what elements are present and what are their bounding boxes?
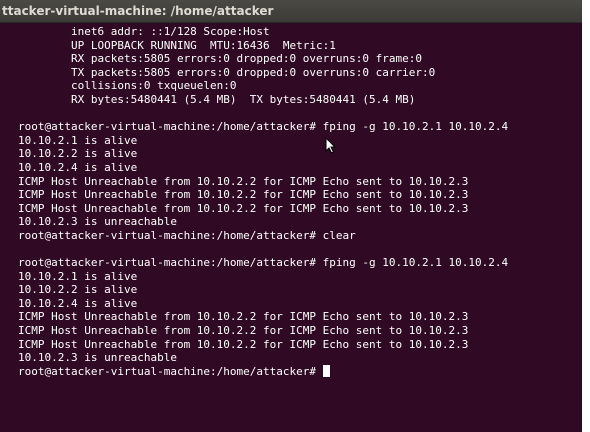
terminal-line: root@attacker-virtual-machine:/home/atta… xyxy=(18,256,509,270)
terminal-line: ICMP Host Unreachable from 10.10.2.2 for… xyxy=(18,201,469,215)
terminal-output: inet6 addr: ::1/128 Scope:Host UP LOOPBA… xyxy=(18,25,508,378)
terminal-line: collisions:0 txqueuelen:0 xyxy=(18,79,237,93)
terminal-line: RX bytes:5480441 (5.4 MB) TX bytes:54804… xyxy=(18,92,416,106)
terminal-line: ICMP Host Unreachable from 10.10.2.2 for… xyxy=(18,174,469,188)
terminal-line: ICMP Host Unreachable from 10.10.2.2 for… xyxy=(18,337,469,351)
terminal-line: UP LOOPBACK RUNNING MTU:16436 Metric:1 xyxy=(18,38,336,52)
terminal-line: 10.10.2.3 is unreachable xyxy=(18,215,177,229)
window-edge xyxy=(582,0,590,432)
terminal-line: 10.10.2.3 is unreachable xyxy=(18,351,177,365)
shell-prompt: root@attacker-virtual-machine:/home/atta… xyxy=(18,364,323,378)
terminal-line: 10.10.2.1 is alive xyxy=(18,269,138,283)
terminal-line: 10.10.2.4 is alive xyxy=(18,160,138,174)
terminal-line: root@attacker-virtual-machine:/home/atta… xyxy=(18,228,356,242)
terminal-line: 10.10.2.2 is alive xyxy=(18,147,138,161)
terminal-line: TX packets:5805 errors:0 dropped:0 overr… xyxy=(18,65,436,79)
terminal-line: inet6 addr: ::1/128 Scope:Host xyxy=(18,25,270,38)
window-titlebar[interactable]: ttacker-virtual-machine: /home/attacker xyxy=(0,0,590,23)
window-title: ttacker-virtual-machine: /home/attacker xyxy=(2,4,274,18)
mouse-pointer-icon xyxy=(325,137,336,154)
terminal-line: ICMP Host Unreachable from 10.10.2.2 for… xyxy=(18,188,469,202)
terminal-line: ICMP Host Unreachable from 10.10.2.2 for… xyxy=(18,310,469,324)
terminal-line: 10.10.2.4 is alive xyxy=(18,296,138,310)
terminal-area[interactable]: inet6 addr: ::1/128 Scope:Host UP LOOPBA… xyxy=(0,23,590,432)
text-cursor-icon xyxy=(322,364,330,377)
terminal-line: root@attacker-virtual-machine:/home/atta… xyxy=(18,120,509,134)
terminal-line: 10.10.2.1 is alive xyxy=(18,133,138,147)
prompt-line[interactable]: root@attacker-virtual-machine:/home/atta… xyxy=(18,364,508,379)
terminal-line: RX packets:5805 errors:0 dropped:0 overr… xyxy=(18,52,422,66)
terminal-line: 10.10.2.2 is alive xyxy=(18,283,138,297)
terminal-line: ICMP Host Unreachable from 10.10.2.2 for… xyxy=(18,324,469,338)
terminal-window: ttacker-virtual-machine: /home/attacker … xyxy=(0,0,590,432)
